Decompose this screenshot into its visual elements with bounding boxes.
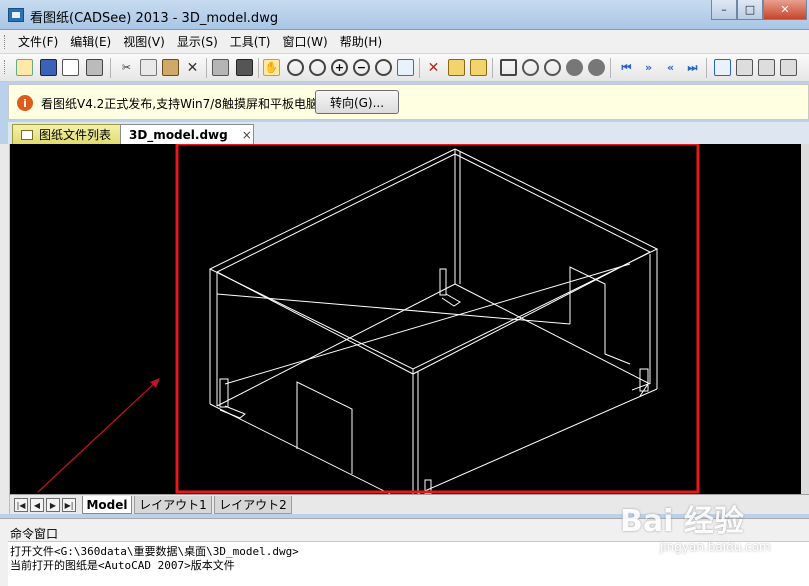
maximize-button[interactable]: □ [737, 0, 763, 20]
prev-layout-icon[interactable]: ◀ [30, 498, 44, 512]
first-layout-icon[interactable]: |◀ [14, 498, 28, 512]
drawing-canvas[interactable] [10, 144, 807, 494]
last-icon[interactable]: ⏭ [684, 59, 701, 76]
paste-icon[interactable] [162, 59, 179, 76]
left-edge [0, 144, 10, 514]
minimize-button[interactable]: – [711, 0, 737, 20]
zoom-out-icon[interactable]: − [353, 59, 370, 76]
print-icon[interactable] [86, 59, 103, 76]
menu-tools[interactable]: 工具(T) [224, 30, 277, 54]
baidu-watermark-url: jingyan.baidu.com [660, 540, 771, 554]
tab-file-list-label: 图纸文件列表 [39, 128, 112, 142]
image-icon[interactable] [236, 59, 253, 76]
title-bar: 看图纸(CADSee) 2013 - 3D_model.dwg – □ ✕ [0, 0, 809, 30]
app-icon [8, 8, 24, 22]
open-icon[interactable] [16, 59, 33, 76]
next-icon[interactable]: » [640, 59, 657, 76]
last-layout-icon[interactable]: ▶| [62, 498, 76, 512]
tab-3d-model[interactable]: 3D_model.dwg × [120, 124, 254, 144]
tab-close-icon[interactable]: × [242, 128, 252, 142]
window-controls: – □ ✕ [711, 0, 807, 22]
panel4-icon[interactable] [780, 59, 797, 76]
command-line: 当前打开的图纸是<AutoCAD 2007>版本文件 [10, 559, 235, 572]
menu-help[interactable]: 帮助(H) [334, 30, 388, 54]
close-button[interactable]: ✕ [763, 0, 807, 20]
menu-display[interactable]: 显示(S) [171, 30, 224, 54]
highlight-frame [175, 144, 700, 494]
save-icon[interactable] [40, 59, 57, 76]
window-title: 看图纸(CADSee) 2013 - 3D_model.dwg [30, 11, 279, 26]
circle-icon[interactable] [566, 59, 583, 76]
measure-icon[interactable] [448, 59, 465, 76]
toolbar-separator [110, 58, 111, 78]
toolbar-separator [492, 58, 493, 78]
cad-drawing [37, 144, 700, 494]
tab-file-list[interactable]: 图纸文件列表 [12, 124, 130, 144]
file-list-icon [21, 129, 33, 140]
circle2-icon[interactable] [588, 59, 605, 76]
menu-bar: 文件(F) 编辑(E) 视图(V) 显示(S) 工具(T) 窗口(W) 帮助(H… [0, 30, 809, 54]
command-window-title: 命令窗口 [10, 527, 59, 541]
menu-grip [4, 35, 7, 49]
toolbar-separator [610, 58, 611, 78]
cut-icon[interactable]: ✂ [118, 59, 135, 76]
zoom-in-icon[interactable]: + [331, 59, 348, 76]
annotation-arrow [37, 378, 160, 493]
document-tabs: 图纸文件列表 3D_model.dwg × [8, 122, 809, 144]
grid-icon[interactable] [212, 59, 229, 76]
dimension-icon[interactable] [470, 59, 487, 76]
info-icon: i [17, 95, 33, 111]
goto-button[interactable]: 转向(G)... [315, 90, 399, 114]
layer-off-icon[interactable] [522, 59, 539, 76]
toolbar-separator [206, 58, 207, 78]
panel3-icon[interactable] [758, 59, 775, 76]
toolbar-grip [4, 60, 7, 74]
menu-window[interactable]: 窗口(W) [277, 30, 334, 54]
tab-model-layout[interactable]: Model [82, 496, 132, 514]
layer-freeze-icon[interactable] [544, 59, 561, 76]
layer-icon[interactable] [500, 59, 517, 76]
box-wireframe [208, 148, 659, 494]
panel2-icon[interactable] [736, 59, 753, 76]
zoom-previous-icon[interactable] [397, 59, 414, 76]
toolbar-separator [706, 58, 707, 78]
toolbar: ✂ ✕ ✋ + − ✕ ⏮ » « ⏭ [0, 54, 809, 82]
print-preview-icon[interactable] [62, 59, 79, 76]
menu-view[interactable]: 视图(V) [117, 30, 171, 54]
prev-icon[interactable]: « [662, 59, 679, 76]
info-bar: i 看图纸V4.2正式发布,支持Win7/8触摸屏和平板电脑! 转向(G)... [8, 84, 809, 120]
right-edge [801, 144, 809, 514]
tab-layout-2[interactable]: レイアウト2 [214, 496, 292, 514]
zoom-extents-icon[interactable] [375, 59, 392, 76]
delete-icon[interactable]: ✕ [184, 59, 201, 76]
first-icon[interactable]: ⏮ [618, 59, 635, 76]
toolbar-separator [419, 58, 420, 78]
baidu-watermark: Bai 经验 [620, 504, 744, 539]
info-message: 看图纸V4.2正式发布,支持Win7/8触摸屏和平板电脑! [41, 97, 323, 111]
panel1-icon[interactable] [714, 59, 731, 76]
copy-icon[interactable] [140, 59, 157, 76]
zoom-window-icon[interactable] [309, 59, 326, 76]
menu-file[interactable]: 文件(F) [12, 30, 64, 54]
tab-3d-model-label: 3D_model.dwg [129, 127, 228, 142]
pan-icon[interactable]: ✋ [263, 59, 280, 76]
menu-edit[interactable]: 编辑(E) [64, 30, 117, 54]
break-icon[interactable]: ✕ [425, 59, 442, 76]
toolbar-separator [258, 58, 259, 78]
zoom-realtime-icon[interactable] [287, 59, 304, 76]
next-layout-icon[interactable]: ▶ [46, 498, 60, 512]
tab-layout-1[interactable]: レイアウト1 [134, 496, 212, 514]
